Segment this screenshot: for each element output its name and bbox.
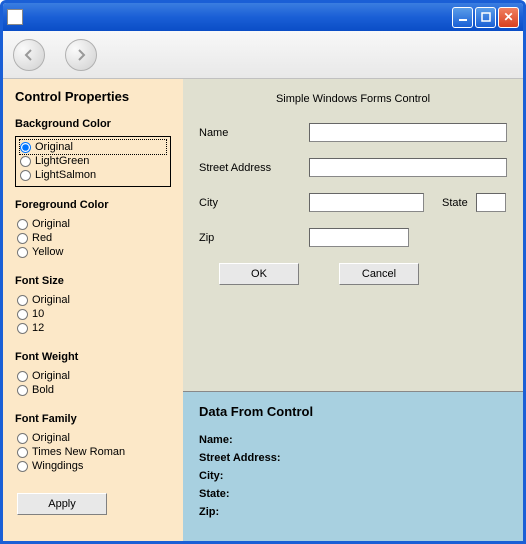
bgcolor-group: Original LightGreen LightSalmon (15, 136, 171, 187)
radio-label: LightGreen (35, 154, 89, 168)
street-input[interactable] (309, 158, 507, 177)
zip-input[interactable] (309, 228, 409, 247)
form-title: Simple Windows Forms Control (199, 93, 507, 105)
name-row: Name (199, 123, 507, 142)
maximize-icon (481, 12, 491, 22)
radio-label: 12 (32, 321, 44, 335)
bgcolor-radio-lightgreen[interactable] (20, 156, 31, 167)
data-state-label: State: (199, 485, 507, 503)
bgcolor-radio-lightsalmon[interactable] (20, 170, 31, 181)
back-button[interactable] (13, 39, 45, 71)
sidebar-title: Control Properties (15, 89, 171, 104)
app-icon (7, 9, 23, 25)
fgcolor-group: Original Red Yellow (15, 217, 171, 259)
fontsize-radio-10[interactable] (17, 309, 28, 320)
minimize-button[interactable] (452, 7, 473, 28)
titlebar: ✕ (3, 3, 523, 31)
form-area: Simple Windows Forms Control Name Street… (183, 79, 523, 391)
fontweight-heading: Font Weight (15, 351, 171, 363)
fontweight-option-original[interactable]: Original (17, 369, 171, 383)
fgcolor-option-yellow[interactable]: Yellow (17, 245, 171, 259)
fontweight-option-bold[interactable]: Bold (17, 383, 171, 397)
fontweight-group: Original Bold (15, 369, 171, 397)
fontsize-group: Original 10 12 (15, 293, 171, 335)
city-input[interactable] (309, 193, 424, 212)
city-label: City (199, 197, 309, 209)
name-label: Name (199, 127, 309, 139)
name-input[interactable] (309, 123, 507, 142)
fgcolor-radio-yellow[interactable] (17, 247, 28, 258)
data-name-label: Name: (199, 431, 507, 449)
radio-label: Wingdings (32, 459, 83, 473)
cancel-button[interactable]: Cancel (339, 263, 419, 285)
data-city-label: City: (199, 467, 507, 485)
street-label: Street Address (199, 162, 309, 174)
bgcolor-option-lightsalmon[interactable]: LightSalmon (20, 168, 166, 182)
content-area: Control Properties Background Color Orig… (3, 79, 523, 541)
fontsize-heading: Font Size (15, 275, 171, 287)
fgcolor-radio-red[interactable] (17, 233, 28, 244)
fontfamily-option-original[interactable]: Original (17, 431, 171, 445)
state-label: State (442, 197, 468, 209)
zip-label: Zip (199, 232, 309, 244)
fgcolor-radio-original[interactable] (17, 219, 28, 230)
bgcolor-heading: Background Color (15, 118, 171, 130)
minimize-icon (458, 12, 468, 22)
city-state-row: City State (199, 193, 507, 212)
radio-label: Bold (32, 383, 54, 397)
window-controls: ✕ (452, 7, 519, 28)
radio-label: Original (35, 140, 73, 154)
apply-button[interactable]: Apply (17, 493, 107, 515)
street-row: Street Address (199, 158, 507, 177)
fontfamily-radio-wingdings[interactable] (17, 461, 28, 472)
radio-label: LightSalmon (35, 168, 96, 182)
radio-label: 10 (32, 307, 44, 321)
maximize-button[interactable] (475, 7, 496, 28)
arrow-left-icon (21, 47, 37, 63)
data-from-control-panel: Data From Control Name: Street Address: … (183, 391, 523, 541)
fontsize-radio-original[interactable] (17, 295, 28, 306)
form-buttons: OK Cancel (219, 263, 507, 285)
arrow-right-icon (73, 47, 89, 63)
zip-row: Zip (199, 228, 507, 247)
fontfamily-radio-times[interactable] (17, 447, 28, 458)
close-icon: ✕ (503, 10, 513, 24)
radio-label: Original (32, 431, 70, 445)
radio-label: Original (32, 369, 70, 383)
bgcolor-option-original[interactable]: Original (20, 140, 166, 154)
fontweight-radio-bold[interactable] (17, 385, 28, 396)
fgcolor-option-red[interactable]: Red (17, 231, 171, 245)
fontfamily-option-times[interactable]: Times New Roman (17, 445, 171, 459)
fontsize-option-original[interactable]: Original (17, 293, 171, 307)
bgcolor-radio-original[interactable] (20, 142, 31, 153)
fontfamily-heading: Font Family (15, 413, 171, 425)
fontsize-option-10[interactable]: 10 (17, 307, 171, 321)
state-input[interactable] (476, 193, 506, 212)
radio-label: Red (32, 231, 52, 245)
fontsize-radio-12[interactable] (17, 323, 28, 334)
close-button[interactable]: ✕ (498, 7, 519, 28)
bgcolor-option-lightgreen[interactable]: LightGreen (20, 154, 166, 168)
radio-label: Original (32, 217, 70, 231)
fontfamily-option-wingdings[interactable]: Wingdings (17, 459, 171, 473)
data-street-label: Street Address: (199, 449, 507, 467)
toolbar (3, 31, 523, 79)
data-panel-title: Data From Control (199, 404, 507, 419)
fontsize-option-12[interactable]: 12 (17, 321, 171, 335)
radio-label: Times New Roman (32, 445, 125, 459)
fontfamily-group: Original Times New Roman Wingdings (15, 431, 171, 473)
forward-button[interactable] (65, 39, 97, 71)
control-properties-panel: Control Properties Background Color Orig… (3, 79, 183, 541)
fgcolor-heading: Foreground Color (15, 199, 171, 211)
data-zip-label: Zip: (199, 503, 507, 521)
radio-label: Yellow (32, 245, 63, 259)
fontweight-radio-original[interactable] (17, 371, 28, 382)
app-window: ✕ Control Properties Background Color Or… (0, 0, 526, 544)
main-panel: Simple Windows Forms Control Name Street… (183, 79, 523, 541)
fontfamily-radio-original[interactable] (17, 433, 28, 444)
fgcolor-option-original[interactable]: Original (17, 217, 171, 231)
radio-label: Original (32, 293, 70, 307)
ok-button[interactable]: OK (219, 263, 299, 285)
